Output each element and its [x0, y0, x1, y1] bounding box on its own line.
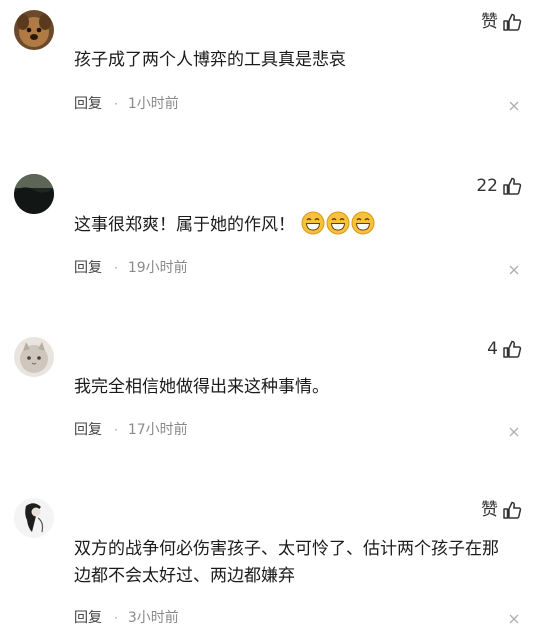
comment-meta: 回复 · 3小时前	[74, 608, 179, 628]
reply-button[interactable]: 回复	[74, 258, 102, 278]
reply-button[interactable]: 回复	[74, 608, 102, 628]
meta-separator: ·	[114, 423, 118, 437]
comment-text: 这事很郑爽！属于她的作风！	[74, 211, 514, 239]
grin-emoji	[301, 211, 325, 235]
comment-text: 孩子成了两个人博弈的工具真是悲哀	[74, 50, 346, 70]
meta-separator: ·	[114, 611, 118, 625]
comment-text: 双方的战争何必伤害孩子、太可怜了、估计两个孩子在那边都不会太好过、两边都嫌弃	[74, 539, 499, 586]
like-count: 4	[487, 339, 498, 359]
comment-time: 1小时前	[127, 96, 179, 112]
comment-meta: 回复 · 17小时前	[74, 420, 188, 440]
close-icon[interactable]	[507, 99, 521, 113]
meta-separator: ·	[114, 261, 118, 275]
ink-figure-avatar[interactable]	[14, 498, 54, 538]
like-count: 22	[476, 176, 498, 196]
comment-text-content: 这事很郑爽！属于她的作风！	[74, 215, 295, 235]
like-count: 赞	[481, 12, 498, 32]
like-button[interactable]: 22	[476, 174, 522, 198]
thumbs-up-icon	[503, 340, 522, 358]
grin-emoji	[326, 211, 350, 235]
dark-landscape-avatar[interactable]	[14, 174, 54, 214]
reply-button[interactable]: 回复	[74, 420, 102, 440]
thumbs-up-icon	[503, 177, 522, 195]
like-button[interactable]: 4	[487, 337, 522, 361]
comment-time: 19小时前	[127, 260, 188, 276]
comment-time: 3小时前	[127, 610, 179, 626]
meta-separator: ·	[114, 97, 118, 111]
comment-text: 我完全相信她做得出来这种事情。	[74, 377, 329, 397]
close-icon[interactable]	[507, 263, 521, 277]
thumbs-up-icon	[503, 13, 522, 31]
reply-button[interactable]: 回复	[74, 94, 102, 114]
grin-emoji	[351, 211, 375, 235]
comment-time: 17小时前	[127, 422, 188, 438]
close-icon[interactable]	[507, 612, 521, 626]
comment-meta: 回复 · 19小时前	[74, 258, 188, 278]
close-icon[interactable]	[507, 425, 521, 439]
cat-avatar[interactable]	[14, 337, 54, 377]
like-count: 赞	[481, 500, 498, 520]
comment-meta: 回复 · 1小时前	[74, 94, 179, 114]
like-button[interactable]: 赞	[481, 10, 522, 34]
thumbs-up-icon	[503, 501, 522, 519]
like-button[interactable]: 赞	[481, 498, 522, 522]
dog-avatar[interactable]	[14, 10, 54, 50]
